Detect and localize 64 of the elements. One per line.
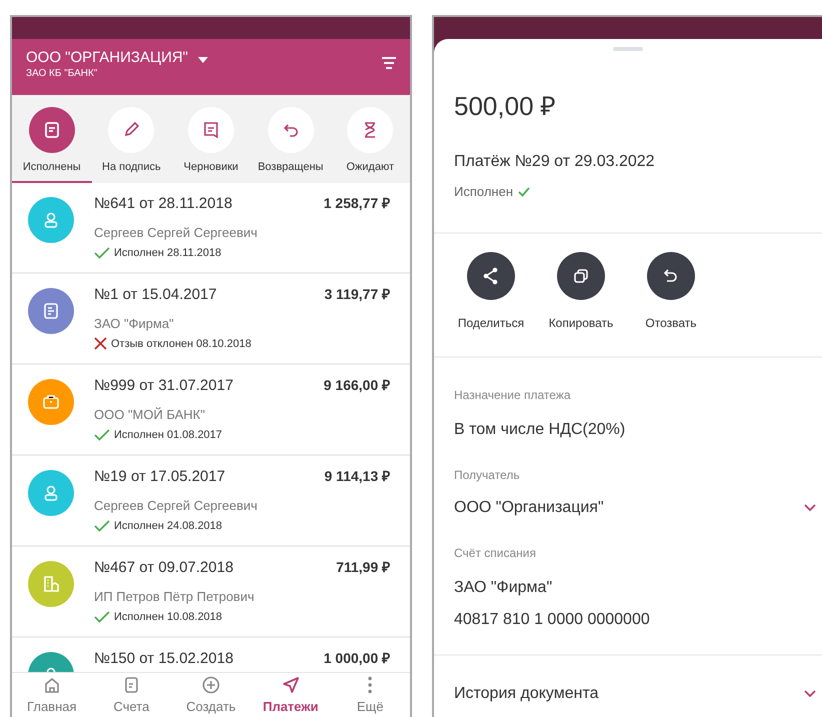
tab[interactable]: Возвращены [250, 107, 330, 182]
payment-row[interactable]: №467 от 09.07.2018 711,99 ₽ ИП Петров Пётр Петрович Исполнен 10.08.2018 [12, 546, 410, 638]
payment-amount: 711,99 ₽ [336, 558, 390, 576]
nav-tab[interactable]: Главная [12, 673, 92, 717]
document-icon [41, 300, 61, 320]
more-vertical-icon [368, 675, 372, 695]
payment-number: №19 от 17.05.2017 [94, 466, 226, 486]
payment-status: Исполнен [454, 183, 514, 201]
organization-name[interactable]: ООО "ОРГАНИЗАЦИЯ" [26, 49, 188, 67]
plus-circle-icon [200, 675, 221, 695]
payee-name: ООО "МОЙ БАНК" [94, 406, 206, 424]
payment-amount: 9 114,13 ₽ [324, 466, 390, 486]
dropdown-caret-icon[interactable] [198, 57, 208, 63]
payment-status: Исполнен 28.11.2018 [114, 246, 222, 260]
recipient-value: ООО "Организация" [454, 498, 604, 518]
payment-row[interactable]: №641 от 28.11.2018 1 258,77 ₽ Сергеев Сергей Сергеевич Исполнен 28.11.2018 [12, 182, 410, 274]
nav-tab[interactable]: Платежи [250, 673, 330, 717]
payment-status: Отзыв отклонен 08.10.2018 [111, 336, 252, 352]
chevron-down-icon[interactable] [804, 690, 816, 698]
payee-name: ИП Петров Пётр Петрович [94, 588, 256, 606]
bank-name: ЗАО КБ "БАНК" [26, 67, 98, 81]
field-label: Счёт списания [454, 544, 537, 562]
purpose-value: В том числе НДС(20%) [454, 420, 626, 440]
payment-number: №641 от 28.11.2018 [94, 194, 232, 214]
action-button[interactable]: Поделиться [454, 252, 528, 332]
payment-amount: 3 119,77 ₽ [324, 284, 390, 304]
payment-amount: 1 000,00 ₽ [324, 648, 390, 668]
account-number: 40817 810 1 0000 0000000 [454, 610, 651, 630]
payment-amount: 1 258,77 ₽ [324, 194, 390, 212]
nav-tab[interactable]: Ещё [330, 673, 410, 717]
chevron-down-icon[interactable] [804, 504, 816, 512]
tab[interactable]: Ожидают [330, 107, 410, 182]
payment-amount: 9 166,00 ₽ [324, 376, 390, 394]
nav-tab[interactable]: Счета [92, 673, 172, 717]
payment-number: №1 от 15.04.2017 [94, 284, 217, 304]
payment-number: №150 от 15.02.2018 [94, 648, 234, 668]
drag-handle[interactable] [613, 47, 643, 51]
payment-status: Исполнен 24.08.2018 [114, 518, 222, 534]
tab[interactable]: Исполнены [12, 107, 92, 182]
payment-number: №999 от 31.07.2017 [94, 376, 234, 396]
nav-tab[interactable]: Создать [171, 673, 251, 717]
payee-name: ЗАО "Фирма" [94, 315, 175, 333]
tab[interactable]: Черновики [171, 107, 251, 182]
account-name: ЗАО "Фирма" [454, 578, 554, 598]
building-icon [41, 574, 61, 594]
payment-row[interactable]: №999 от 31.07.2017 9 166,00 ₽ ООО "МОЙ БАНК" Исполнен 01.08.2017 [12, 364, 410, 456]
filter-icon[interactable] [382, 57, 396, 69]
action-button[interactable]: Копировать [544, 252, 618, 332]
action-button[interactable]: Отозвать [634, 252, 708, 332]
check-icon [518, 186, 530, 197]
payee-name: Сергеев Сергей Сергеевич [94, 224, 258, 242]
field-label: Назначение платежа [454, 386, 572, 404]
payment-row[interactable]: №1 от 15.04.2017 3 119,77 ₽ ЗАО "Фирма" Отзыв отклонен 08.10.2018 [12, 274, 410, 364]
field-label: Получатель [454, 466, 521, 484]
payment-row[interactable]: №19 от 17.05.2017 9 114,13 ₽ Сергеев Сергей Сергеевич Исполнен 24.08.2018 [12, 456, 410, 546]
send-icon [280, 675, 301, 695]
payee-name: Сергеев Сергей Сергеевич [94, 497, 258, 515]
payment-number: №467 от 09.07.2018 [94, 558, 234, 578]
payment-status: Исполнен 01.08.2017 [114, 428, 222, 442]
payment-status: Исполнен 10.08.2018 [114, 610, 222, 624]
payment-title: Платёж №29 от 29.03.2022 [454, 152, 656, 172]
tab[interactable]: На подпись [92, 107, 172, 182]
payment-amount: 500,00 ₽ [454, 90, 557, 123]
history-label[interactable]: История документа [454, 682, 599, 706]
